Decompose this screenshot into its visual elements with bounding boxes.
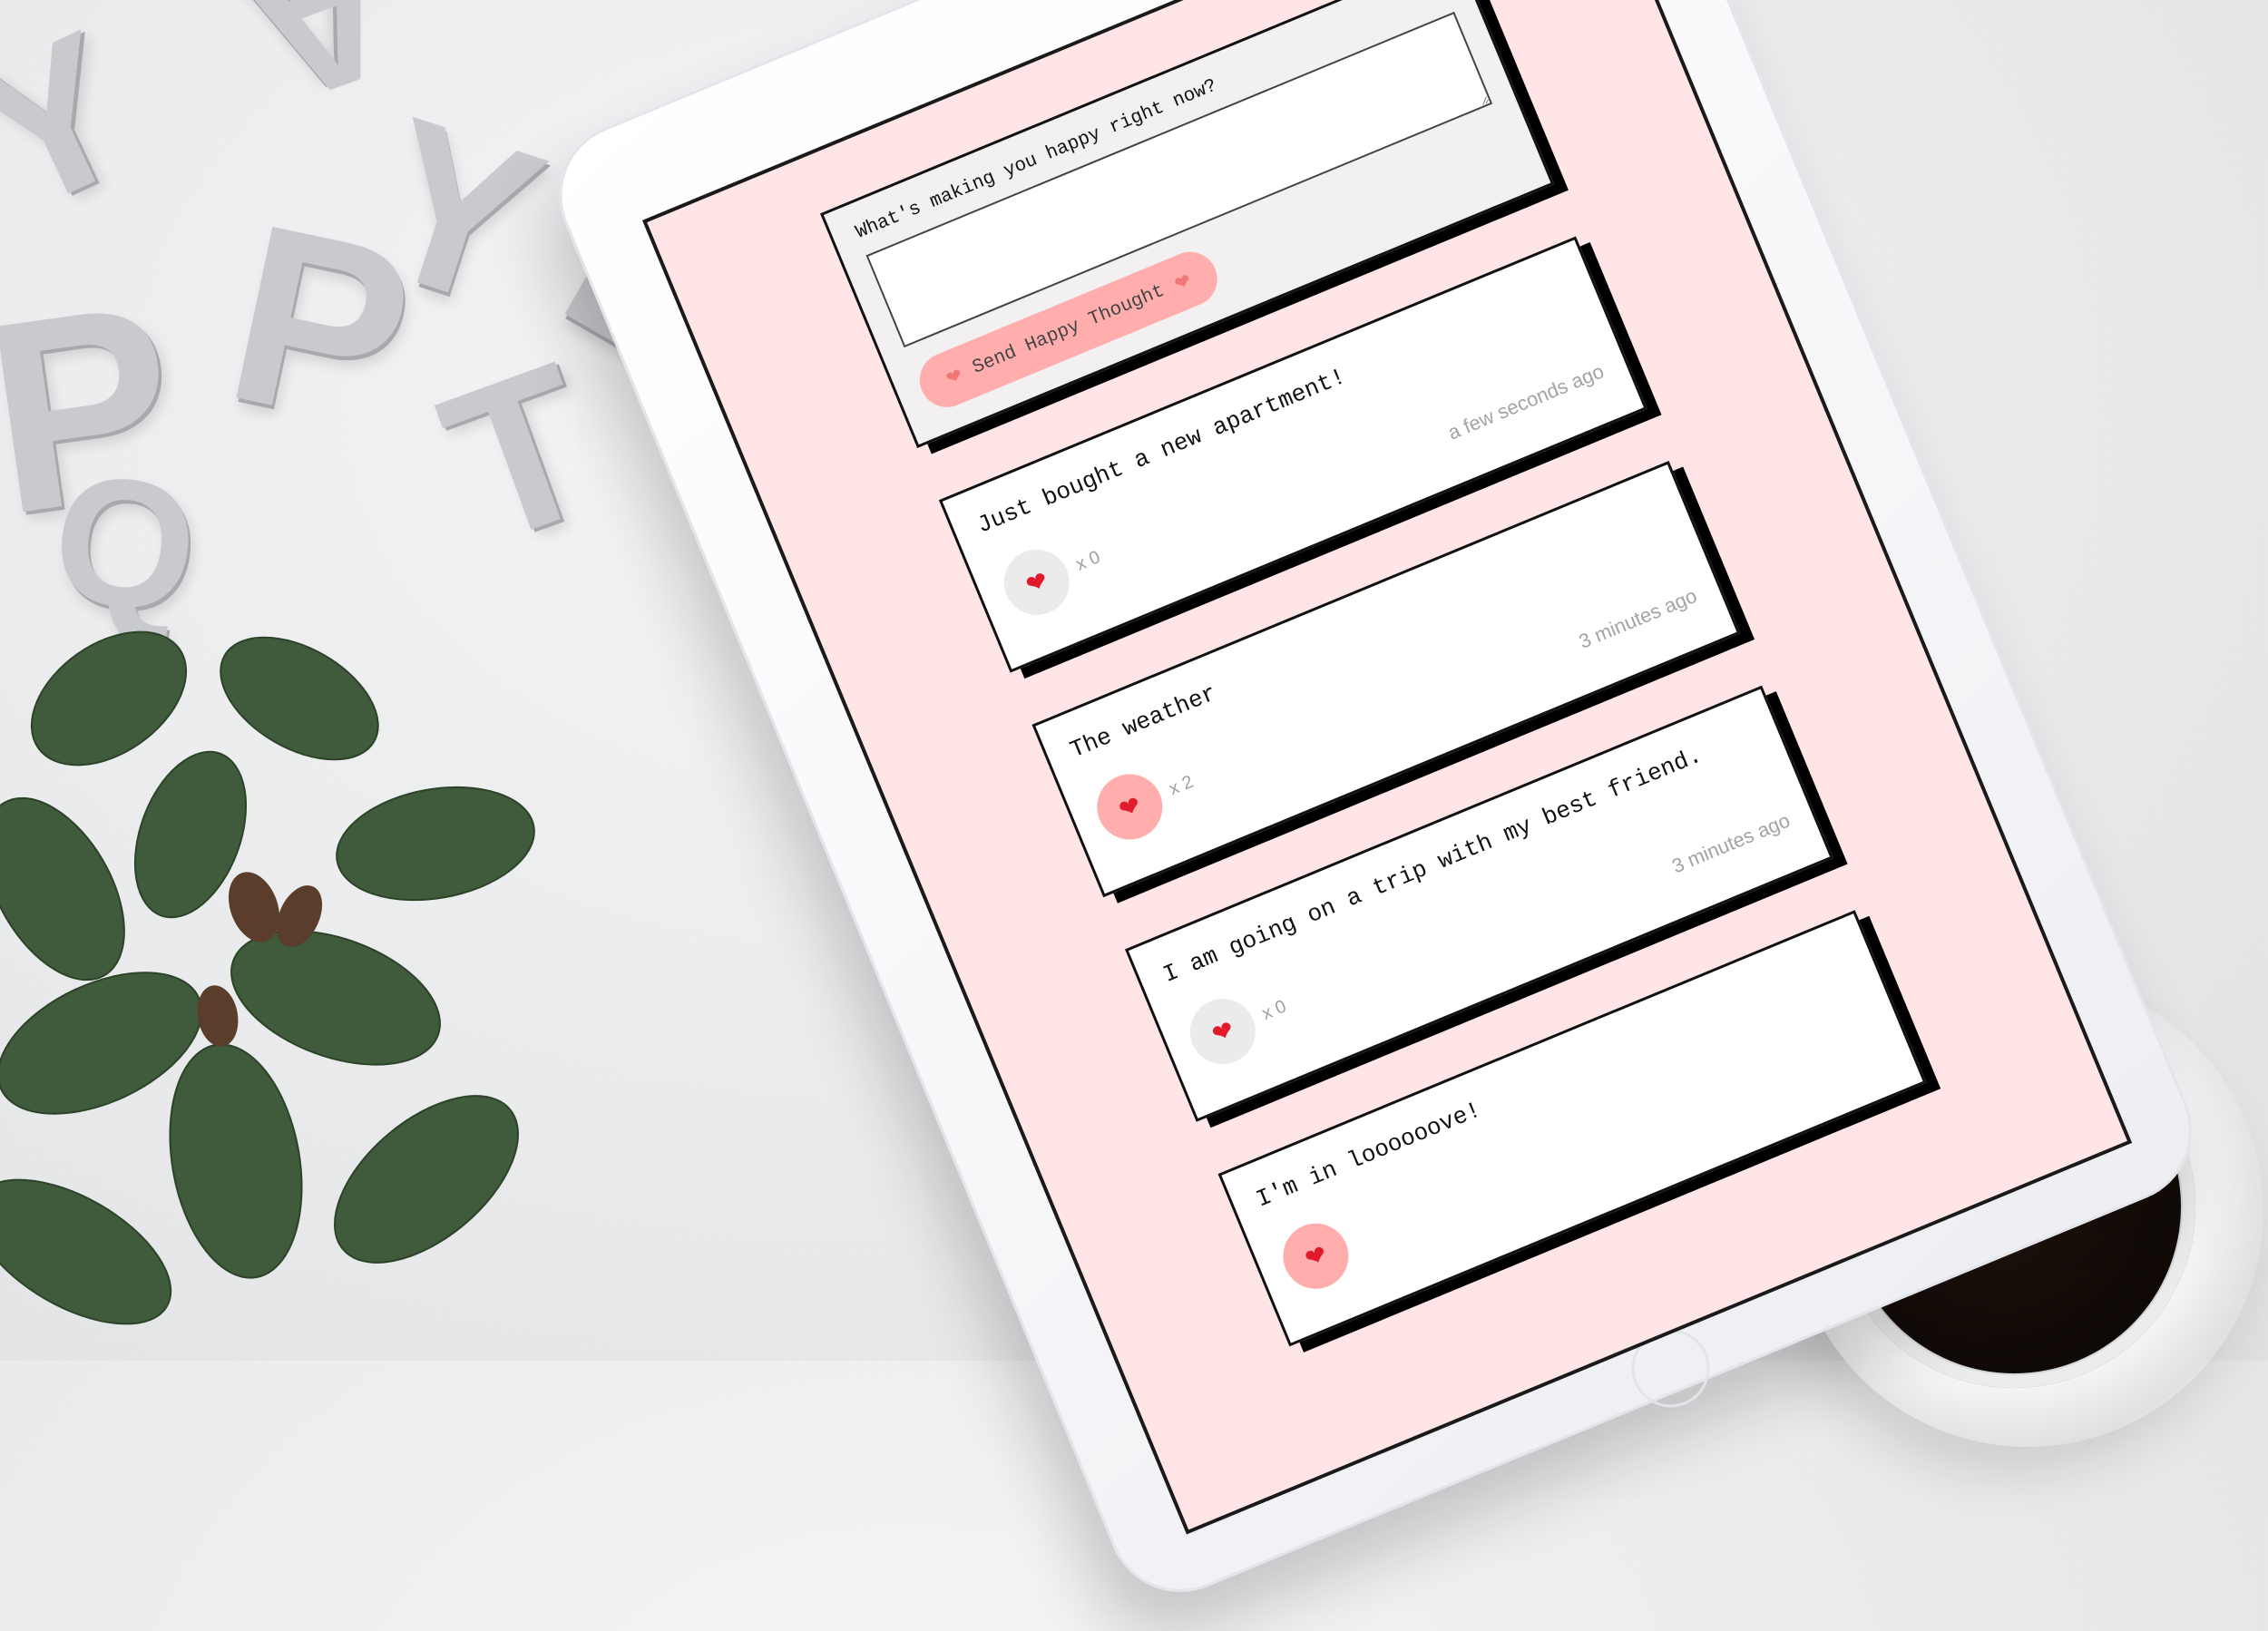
timestamp: 3 minutes ago bbox=[1575, 583, 1700, 653]
like-button[interactable]: ❤ bbox=[1273, 1213, 1359, 1299]
happy-thoughts-feed: What's making you happy right now? ❤ Sen… bbox=[819, 0, 1948, 1399]
heart-icon: ❤ bbox=[1114, 788, 1146, 825]
decor-letter-a: A bbox=[221, 0, 425, 147]
like-button[interactable]: ❤ bbox=[1087, 764, 1173, 850]
like-button[interactable]: ❤ bbox=[1179, 989, 1266, 1075]
heart-icon: ❤ bbox=[1300, 1237, 1332, 1275]
heart-icon: ❤ bbox=[1170, 269, 1195, 296]
screen: What's making you happy right now? ❤ Sen… bbox=[641, 0, 2133, 1535]
heart-icon: ❤ bbox=[943, 363, 966, 390]
decor-letter-q: Q bbox=[44, 435, 206, 652]
plant-decoration bbox=[0, 630, 535, 1325]
timestamp: a few seconds ago bbox=[1444, 359, 1608, 444]
timestamp: 3 minutes ago bbox=[1668, 808, 1794, 878]
heart-icon: ❤ bbox=[1207, 1013, 1239, 1050]
like-count: x 2 bbox=[1166, 771, 1197, 799]
decor-letter-y: Y bbox=[0, 0, 164, 258]
like-count: x 0 bbox=[1258, 995, 1289, 1024]
like-count: x 0 bbox=[1072, 546, 1103, 575]
like-button[interactable]: ❤ bbox=[993, 539, 1080, 625]
decor-letter-y2: Y bbox=[346, 69, 568, 356]
heart-icon: ❤ bbox=[1021, 564, 1052, 601]
